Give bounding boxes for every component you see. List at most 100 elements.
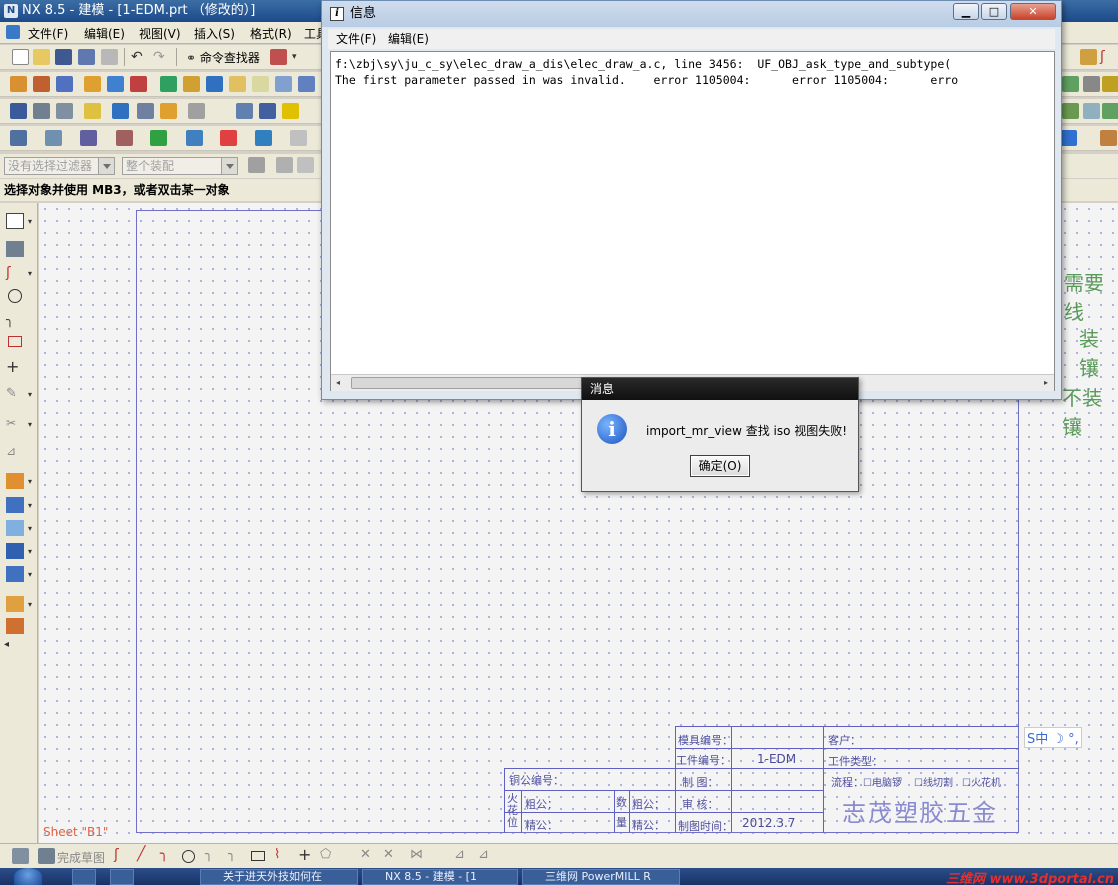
menu-insert[interactable]: 插入(S) xyxy=(194,25,235,42)
unite-icon[interactable] xyxy=(6,497,24,513)
mirror-icon[interactable] xyxy=(298,76,315,92)
taskbar-task-3[interactable]: 三维网 PowerMILL R xyxy=(522,869,680,885)
face-icon[interactable] xyxy=(6,520,24,536)
slot-icon[interactable] xyxy=(183,76,200,92)
start-button-icon[interactable] xyxy=(14,868,42,885)
roles-icon[interactable] xyxy=(6,618,24,634)
sync-icon[interactable] xyxy=(188,103,205,119)
render-icon[interactable] xyxy=(1062,103,1079,119)
view-triad-icon[interactable] xyxy=(1060,130,1077,146)
menu-format[interactable]: 格式(R) xyxy=(250,25,292,42)
constraint-icon[interactable]: ⊿ xyxy=(6,444,24,460)
dimension-tool-icon[interactable]: ⊿ xyxy=(454,847,465,862)
offset-face-icon[interactable] xyxy=(84,103,101,119)
constraint-tool-icon[interactable]: ⊿ xyxy=(478,847,489,862)
circle-icon[interactable] xyxy=(8,289,22,303)
redo-icon[interactable]: ↷ xyxy=(153,49,170,65)
sketch-icon[interactable] xyxy=(12,848,29,864)
taskbar-task-1[interactable]: 关于进天外技如何在 xyxy=(200,869,358,885)
boss-icon[interactable] xyxy=(107,76,124,92)
snap-enable-icon[interactable] xyxy=(276,157,293,173)
layer-icon[interactable] xyxy=(80,130,97,146)
datum-icon[interactable] xyxy=(255,130,272,146)
point-tool-icon[interactable]: + xyxy=(298,845,311,864)
grid-view-icon[interactable] xyxy=(6,241,24,257)
pad-icon[interactable] xyxy=(160,76,177,92)
maximize-button[interactable]: □ xyxy=(981,3,1007,20)
finish-sketch-icon[interactable] xyxy=(38,848,55,864)
close-button[interactable]: ✕ xyxy=(1010,3,1056,20)
fillet-icon[interactable]: ✎ xyxy=(6,386,24,402)
render-style-icon[interactable] xyxy=(220,130,237,146)
edit-param-icon[interactable] xyxy=(259,103,276,119)
open-folder-icon[interactable] xyxy=(33,49,50,65)
color-icon[interactable] xyxy=(150,130,167,146)
part-nav-icon[interactable] xyxy=(6,596,24,612)
arc-icon[interactable]: ╮ xyxy=(6,313,24,329)
menu-view[interactable]: 视图(V) xyxy=(139,25,181,42)
shell-icon[interactable] xyxy=(252,76,269,92)
assembly-icon[interactable] xyxy=(1100,130,1117,146)
ok-button[interactable]: 确定(O) xyxy=(690,455,750,477)
info-list-icon[interactable] xyxy=(236,103,253,119)
command-finder-button[interactable]: ⚭ 命令查找器 xyxy=(186,49,260,66)
resize-icon[interactable] xyxy=(137,103,154,119)
selection-scope-select[interactable]: 整个装配 xyxy=(122,157,238,175)
measure-icon[interactable] xyxy=(1083,76,1100,92)
circle-tool-icon[interactable] xyxy=(182,850,195,863)
trim-tool-icon[interactable]: ✕ xyxy=(360,847,371,862)
snap-point-icon[interactable] xyxy=(10,130,27,146)
extrude-icon[interactable] xyxy=(10,76,27,92)
message-dialog-title[interactable]: 消息 xyxy=(582,378,858,400)
arc-tool-icon[interactable]: ╮ xyxy=(160,846,168,862)
analysis-icon[interactable] xyxy=(1062,76,1079,92)
select-all-icon[interactable] xyxy=(248,157,265,173)
thread-icon[interactable] xyxy=(229,76,246,92)
taskbar-task-2[interactable]: NX 8.5 - 建模 - [1 xyxy=(362,869,518,885)
section-icon[interactable] xyxy=(1102,76,1118,92)
scroll-right-icon[interactable]: ▸ xyxy=(1044,378,1048,387)
finish-sketch-label[interactable]: 完成草图 xyxy=(57,849,105,866)
menu-edit[interactable]: 编辑(E) xyxy=(84,25,125,42)
wcs-icon[interactable] xyxy=(45,130,62,146)
line-icon[interactable]: ╱ xyxy=(137,846,145,862)
body-icon[interactable] xyxy=(6,543,24,559)
orient-view-icon[interactable] xyxy=(186,130,203,146)
save-as-icon[interactable] xyxy=(78,49,95,65)
point-icon[interactable]: + xyxy=(6,357,24,376)
layer-settings-icon[interactable] xyxy=(270,49,287,65)
save-icon[interactable] xyxy=(55,49,72,65)
info-menu-edit[interactable]: 编辑(E) xyxy=(388,29,429,49)
groove-icon[interactable] xyxy=(206,76,223,92)
new-file-icon[interactable] xyxy=(12,49,29,65)
chamfer-tool-icon[interactable]: ╮ xyxy=(228,847,236,862)
menu-file[interactable]: 文件(F) xyxy=(28,25,68,42)
info-menu-file[interactable]: 文件(F) xyxy=(336,29,376,49)
polygon-tool-icon[interactable]: ⌇ xyxy=(274,847,280,862)
rectangle-icon[interactable] xyxy=(8,336,22,347)
pocket-icon[interactable] xyxy=(130,76,147,92)
corner-tool-icon[interactable]: ⋈ xyxy=(410,847,423,862)
offset-tool-icon[interactable]: ⬠ xyxy=(320,847,331,862)
toolbar-extra-icon[interactable] xyxy=(1080,49,1097,65)
extrude-side-icon[interactable] xyxy=(6,473,24,489)
extend-tool-icon[interactable]: ✕ xyxy=(383,847,394,862)
move-object-icon[interactable] xyxy=(10,103,27,119)
grid-icon[interactable] xyxy=(290,130,307,146)
solid-icon[interactable] xyxy=(6,566,24,582)
info-window-title-bar[interactable]: i 信息 ▁ □ ✕ xyxy=(322,1,1061,27)
undo-icon[interactable]: ↶ xyxy=(131,49,148,65)
app-menu-icon[interactable] xyxy=(6,25,20,39)
fillet-tool-icon[interactable]: ╮ xyxy=(205,847,213,862)
class-select-icon[interactable] xyxy=(116,130,133,146)
snap-endpoint-icon[interactable] xyxy=(297,157,314,173)
trim-icon[interactable]: ✂ xyxy=(6,416,24,432)
revolve-icon[interactable] xyxy=(33,76,50,92)
curve-icon[interactable]: ʃ xyxy=(1100,49,1117,65)
move-face-icon[interactable] xyxy=(160,103,177,119)
hole-icon[interactable] xyxy=(84,76,101,92)
print-icon[interactable] xyxy=(101,49,118,65)
ime-indicator[interactable]: S中 ☽ °, xyxy=(1024,727,1082,748)
delete-body-icon[interactable] xyxy=(56,103,73,119)
taskbar-quick-icon[interactable] xyxy=(110,869,134,885)
